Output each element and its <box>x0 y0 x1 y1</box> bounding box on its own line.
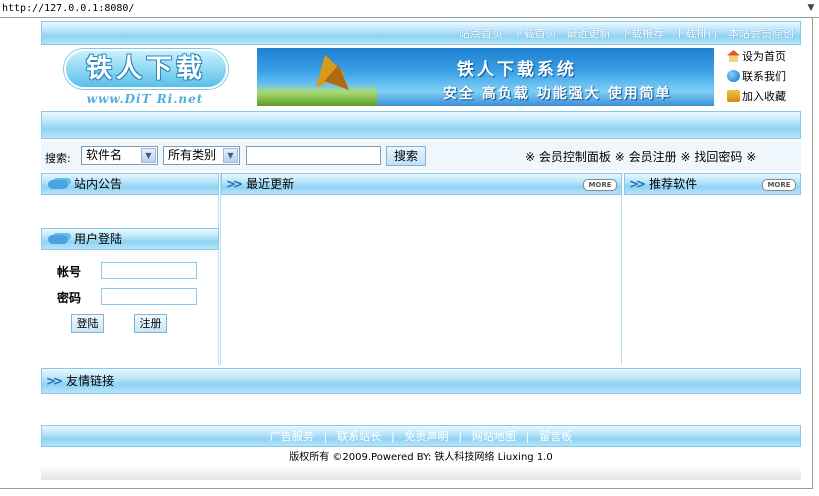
search-input[interactable] <box>246 146 381 165</box>
username-label: 帐号 <box>57 265 82 279</box>
topnav-recommend[interactable]: 下载推荐 <box>620 27 664 40</box>
home-icon <box>727 50 740 62</box>
favorite-icon <box>727 90 740 102</box>
set-homepage-link[interactable]: 设为首页 <box>727 49 807 65</box>
friend-links-bar: >> 友情链接 <box>41 368 801 394</box>
address-url: http://127.0.0.1:8080/ <box>2 3 135 14</box>
recover-password-link[interactable]: 找回密码 <box>694 150 742 164</box>
double-chevron-right-icon: >> <box>226 177 243 191</box>
site-logo[interactable]: 铁人下载 www.DiT Ri.net <box>56 47 236 109</box>
chevron-down-icon: ▼ <box>223 148 238 163</box>
banner-title: 铁人下载系统 <box>457 60 577 80</box>
latest-more-button[interactable]: MORE <box>583 179 617 191</box>
chevron-down-icon: ▼ <box>141 148 156 163</box>
topnav-original[interactable]: 本站会员原创 <box>728 27 794 40</box>
footer-guestbook[interactable]: 留言板 <box>539 430 572 443</box>
top-nav: 站点首页 下载首页 最近更新 下载推荐 下载排行 本站会员原创 <box>41 21 801 45</box>
footer-ad-service[interactable]: 广告服务 <box>270 430 314 443</box>
member-control-panel-link[interactable]: 会员控制面板 <box>539 150 611 164</box>
member-links: ※ 会员控制面板 ※ 会员注册 ※ 找回密码 ※ <box>525 150 757 164</box>
register-button[interactable]: 注册 <box>134 314 167 333</box>
password-label: 密码 <box>57 291 82 305</box>
window-bottom-border <box>0 488 813 489</box>
login-header: 用户登陆 <box>41 228 219 250</box>
sub-nav-bar <box>41 111 801 139</box>
contact-icon <box>727 70 740 82</box>
right-column: >> 推荐软件 MORE <box>624 173 801 365</box>
username-input[interactable] <box>101 262 197 279</box>
search-button[interactable]: 搜索 <box>386 146 426 166</box>
search-row: 搜索: 软件名 ▼ 所有类别 ▼ 搜索 ※ 会员控制面板 ※ 会员注册 ※ 找回密码… <box>41 141 801 171</box>
double-chevron-right-icon: >> <box>46 374 63 388</box>
login-button[interactable]: 登陆 <box>71 314 104 333</box>
footer-contact[interactable]: 联系站长 <box>337 430 381 443</box>
search-type-select[interactable]: 软件名 ▼ <box>81 146 158 165</box>
recommended-more-button[interactable]: MORE <box>762 179 796 191</box>
left-column: 站内公告 用户登陆 帐号 密码 登陆 注册 <box>41 173 219 365</box>
banner: 铁人下载系统 安全 高负载 功能强大 使用简单 <box>257 48 714 106</box>
recommended-header: >> 推荐软件 MORE <box>624 173 801 195</box>
category-select[interactable]: 所有类别 ▼ <box>163 146 240 165</box>
footer-disclaimer[interactable]: 免责声明 <box>405 430 449 443</box>
footer-nav: 广告服务 | 联系站长 | 免责声明 | 网站地图 | 留言板 <box>41 425 801 447</box>
address-bar[interactable]: http://127.0.0.1:8080/ <box>0 0 819 18</box>
middle-column: >> 最近更新 MORE <box>220 173 622 365</box>
cloud-icon <box>48 235 68 244</box>
contact-us-link[interactable]: 联系我们 <box>727 69 807 85</box>
topnav-latest[interactable]: 最近更新 <box>567 27 611 40</box>
topnav-download-home[interactable]: 下载首页 <box>513 27 557 40</box>
banner-subtitle: 安全 高负载 功能强大 使用简单 <box>443 86 672 102</box>
window-right-border <box>812 18 813 488</box>
member-register-link[interactable]: 会员注册 <box>629 150 677 164</box>
double-chevron-right-icon: >> <box>629 177 646 191</box>
search-label: 搜索: <box>45 152 71 165</box>
logo-text: 铁人下载 <box>64 49 228 89</box>
password-input[interactable] <box>101 288 197 305</box>
add-favorite-link[interactable]: 加入收藏 <box>727 89 807 105</box>
topnav-ranking[interactable]: 下载排行 <box>674 27 718 40</box>
notice-header: 站内公告 <box>41 173 219 195</box>
topnav-site-home[interactable]: 站点首页 <box>459 27 503 40</box>
logo-url: www.DiT Ri.net <box>86 92 204 106</box>
address-dropdown-icon[interactable]: ▼ <box>803 0 819 18</box>
footer-sitemap[interactable]: 网站地图 <box>472 430 516 443</box>
latest-header: >> 最近更新 MORE <box>221 173 622 195</box>
footer-fade <box>41 466 801 480</box>
cloud-icon <box>48 180 68 189</box>
banner-grass <box>257 84 377 106</box>
